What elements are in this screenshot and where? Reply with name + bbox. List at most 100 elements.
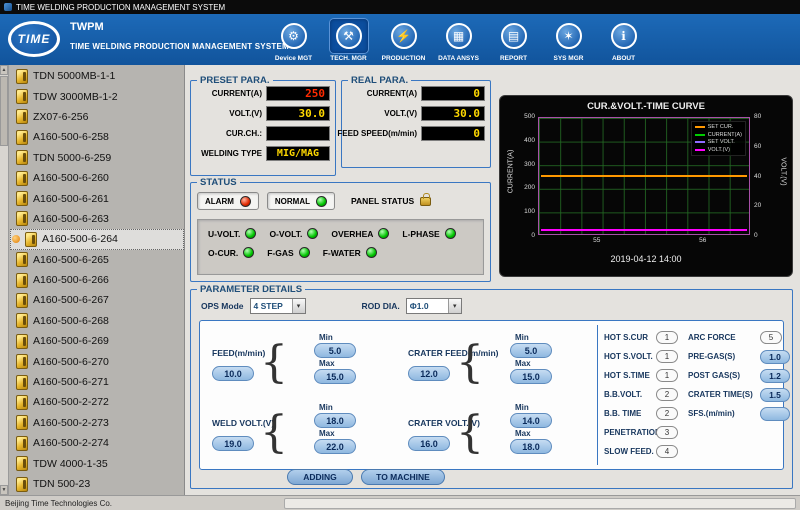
weld-volt-value[interactable]: 19.0 [212, 436, 254, 451]
scroll-up-icon[interactable]: ▲ [0, 65, 8, 75]
device-item[interactable]: A160-500-2-273 [10, 413, 184, 433]
crater-volt-value[interactable]: 16.0 [408, 436, 450, 451]
status-bar-segment [284, 498, 796, 509]
scroll-thumb[interactable] [0, 76, 8, 146]
nav-tech-mgr[interactable]: TECH. MGR [321, 16, 376, 62]
to-machine-button[interactable]: TO MACHINE [361, 469, 445, 485]
device-item[interactable]: ZX07-6-256 [10, 107, 184, 127]
chart-legend: SET CUR. CURRENT(A) SET VOLT. VOLT.(V) [691, 121, 746, 156]
ops-mode-select[interactable]: 4 STEP [250, 298, 306, 314]
sidebar-scrollbar[interactable]: ▲ ▼ [0, 65, 9, 495]
device-item[interactable]: A160-500-2-274 [10, 433, 184, 453]
app-icon [4, 3, 12, 11]
nav-about[interactable]: ABOUT [596, 16, 651, 62]
crater-volt-max-value[interactable]: 18.0 [510, 439, 552, 454]
device-item[interactable]: A160-500-6-266 [10, 270, 184, 290]
device-item[interactable]: A160-500-6-258 [10, 127, 184, 147]
device-item[interactable]: A160-500-6-269 [10, 331, 184, 351]
device-item[interactable]: A160-500-6-271 [10, 372, 184, 392]
feed-max-value[interactable]: 15.0 [314, 369, 356, 384]
lock-icon [420, 197, 431, 206]
rod-dia-select[interactable]: Φ1.0 [406, 298, 462, 314]
device-item[interactable]: TDN 5000-6-259 [10, 148, 184, 168]
device-item[interactable]: A160-500-2-272 [10, 392, 184, 412]
max-label: Max [515, 359, 531, 368]
led-icon [378, 228, 389, 239]
feed-value[interactable]: 10.0 [212, 366, 254, 381]
device-item-selected[interactable]: A160-500-6-264 [10, 229, 184, 249]
device-label: A160-500-6-258 [33, 131, 109, 143]
nav-data-ansys[interactable]: DATA ANSYS [431, 16, 486, 62]
nav-production[interactable]: PRODUCTION [376, 16, 431, 62]
l-phase-indicator: L-PHASE [402, 228, 455, 239]
device-item[interactable]: TDN 5000MB-1-1 [10, 66, 184, 86]
hot-s-cur-label: HOT S.CUR [604, 333, 656, 342]
crater-time-value[interactable]: 1.5 [760, 388, 790, 402]
device-icon [25, 232, 37, 247]
chart-plot-area: SET CUR. CURRENT(A) SET VOLT. VOLT.(V) [538, 117, 750, 235]
main-content: PRESET PARA. CURRENT(A)250 VOLT.(V)30.0 … [185, 65, 800, 495]
pre-gas-value[interactable]: 1.0 [760, 350, 790, 364]
sfs-value[interactable] [760, 407, 790, 421]
brace-decoration [260, 407, 288, 460]
device-icon [16, 252, 28, 267]
device-item[interactable]: TDN 500-23 [10, 474, 184, 494]
params-controls: OPS Mode 4 STEP ROD DIA. Φ1.0 [201, 298, 462, 314]
device-item[interactable]: TDW 4000-1-35 [10, 453, 184, 473]
crater-volt-min-value[interactable]: 14.0 [510, 413, 552, 428]
crater-feed-spinner-group: CRATER FEED(m/min) 12.0 Min 5.0 Max 15.0 [408, 333, 593, 399]
device-icon [16, 109, 28, 124]
crater-feed-value[interactable]: 12.0 [408, 366, 450, 381]
device-item[interactable]: TDW 3000MB-1-2 [10, 86, 184, 106]
legend-item: CURRENT(A) [695, 132, 742, 138]
preset-curch-value [266, 126, 330, 141]
chart-left-axis-label: CURRENT(A) [508, 137, 515, 207]
about-info-icon [611, 23, 637, 49]
penetration-value: 3 [656, 426, 678, 439]
bb-volt-value: 2 [656, 388, 678, 401]
device-item[interactable]: A160-500-6-260 [10, 168, 184, 188]
legend-swatch [695, 149, 705, 151]
feed-minmax: Min 5.0 Max 15.0 [314, 333, 356, 384]
tick: 56 [699, 237, 706, 244]
device-label: A160-500-6-260 [33, 172, 109, 184]
chevron-down-icon[interactable] [448, 299, 461, 313]
chart-left-ticks: 500 400 300 200 100 0 [518, 113, 535, 239]
hot-s-cur-value: 1 [656, 331, 678, 344]
param-row: HOT S.CUR 1 ARC FORCE 5 [604, 328, 779, 347]
nav-device-mgt[interactable]: Device MGT [266, 16, 321, 62]
tick: 200 [524, 184, 535, 191]
chevron-down-icon[interactable] [292, 299, 305, 313]
feed-label: FEED(m/min) [212, 348, 265, 358]
preset-curch-label: CUR.CH.: [226, 129, 262, 138]
scroll-down-icon[interactable]: ▼ [0, 485, 8, 495]
device-item[interactable]: A160-500-6-267 [10, 290, 184, 310]
pre-gas-label: PRE-GAS(S) [688, 352, 760, 361]
feed-min-value[interactable]: 5.0 [314, 343, 356, 358]
weld-volt-minmax: Min 18.0 Max 22.0 [314, 403, 356, 454]
device-item[interactable]: A160-500-6-263 [10, 209, 184, 229]
crater-feed-max-value[interactable]: 15.0 [510, 369, 552, 384]
device-label: A160-500-6-265 [33, 254, 109, 266]
report-document-icon [501, 23, 527, 49]
adding-button[interactable]: ADDING [287, 469, 353, 485]
post-gas-value[interactable]: 1.2 [760, 369, 790, 383]
real-current-value: 0 [421, 86, 485, 101]
indicator-row: O-CUR. F-GAS F-WATER [208, 247, 483, 258]
device-item[interactable]: A160-500-6-261 [10, 188, 184, 208]
min-label: Min [319, 403, 333, 412]
max-label: Max [319, 429, 335, 438]
crater-feed-min-value[interactable]: 5.0 [510, 343, 552, 358]
nav-report[interactable]: REPORT [486, 16, 541, 62]
device-item[interactable]: A160-500-6-268 [10, 311, 184, 331]
weld-volt-min-value[interactable]: 18.0 [314, 413, 356, 428]
param-row: B.B.VOLT. 2 CRATER TIME(S) 1.5 [604, 385, 779, 404]
alarm-indicator: ALARM [197, 192, 259, 210]
preset-volt-value: 30.0 [266, 106, 330, 121]
device-item[interactable]: A160-500-6-270 [10, 351, 184, 371]
led-icon [307, 228, 318, 239]
device-item[interactable]: A160-500-6-265 [10, 250, 184, 270]
nav-sys-mgr[interactable]: SYS MGR [541, 16, 596, 62]
device-label: TDN 500-23 [33, 478, 90, 490]
weld-volt-max-value[interactable]: 22.0 [314, 439, 356, 454]
